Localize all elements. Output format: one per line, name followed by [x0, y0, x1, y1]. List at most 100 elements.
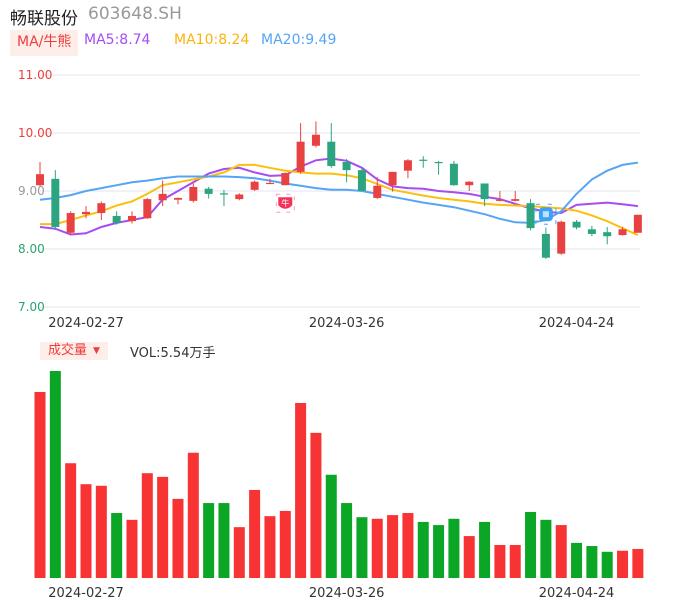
candle — [572, 220, 581, 230]
volume-value: VOL:5.54万手 — [130, 346, 216, 361]
stock-chart-page: 畅联股份 603648.SH MA/牛熊 MA5:8.74 MA10:8.24 … — [0, 0, 686, 606]
x-axis-date-label: 2024-02-27 — [48, 586, 124, 601]
volume-bar — [65, 463, 77, 578]
candle — [342, 159, 351, 183]
volume-bar — [325, 474, 337, 578]
volume-indicator-button[interactable]: 成交量 ▼ — [40, 342, 108, 360]
candle-body — [265, 182, 274, 185]
candle-body — [495, 199, 504, 201]
candle-body — [143, 199, 152, 219]
volume-bar — [111, 513, 123, 578]
caret-down-icon: ▼ — [93, 346, 100, 356]
candle — [296, 123, 305, 174]
candle-body — [357, 170, 366, 191]
volume-bar — [279, 510, 291, 578]
x-axis-date-label: 2024-04-24 — [539, 316, 615, 331]
volume-bar — [463, 536, 475, 578]
candle-body — [327, 141, 336, 167]
volume-bar — [264, 516, 276, 578]
volume-bar — [295, 402, 307, 578]
x-axis-date-label: 2024-03-26 — [309, 586, 385, 601]
volume-bar — [203, 503, 215, 578]
candle — [97, 201, 106, 220]
candle-body — [296, 141, 305, 172]
volume-bar — [187, 452, 199, 578]
volume-bar — [172, 498, 184, 578]
candle — [603, 226, 612, 245]
volume-bar — [341, 503, 353, 578]
volume-bar — [310, 432, 322, 578]
candle — [204, 186, 213, 199]
y-tick-label: 10.00 — [18, 126, 52, 140]
volume-bar — [448, 518, 460, 578]
ma-line-ma10 — [40, 163, 639, 237]
candle-body — [342, 162, 351, 171]
volume-bar — [632, 548, 644, 578]
volume-bar — [525, 511, 537, 578]
candle — [495, 191, 504, 202]
candle-body — [587, 229, 596, 234]
candle — [311, 121, 320, 148]
volume-bar — [509, 544, 521, 578]
candle-body — [66, 213, 75, 233]
candle-body — [419, 159, 428, 161]
volume-bar — [218, 503, 230, 578]
candle-body — [204, 188, 213, 194]
y-tick-label: 9.00 — [18, 184, 45, 198]
candle-body — [36, 174, 44, 186]
candle — [465, 181, 474, 191]
candle-body — [219, 193, 228, 195]
bull-badge-label: 牛 — [281, 198, 289, 208]
candle-body — [127, 215, 136, 222]
volume-bar — [417, 521, 429, 578]
x-axis-date-label: 2024-02-27 — [48, 316, 124, 331]
candle-body — [388, 171, 397, 186]
candle — [189, 183, 198, 203]
candle — [403, 159, 412, 179]
candle — [250, 180, 259, 191]
candle-body — [311, 134, 320, 146]
candle-body — [557, 221, 566, 254]
candle — [526, 199, 535, 231]
candle — [419, 156, 428, 168]
volume-bar — [433, 525, 445, 578]
volume-bar — [479, 521, 491, 578]
volume-bar — [95, 485, 107, 578]
candle — [235, 193, 244, 201]
volume-bar — [249, 489, 261, 578]
volume-bar — [80, 484, 92, 578]
candle-body — [526, 203, 535, 229]
candle-body — [541, 233, 550, 258]
candle — [633, 214, 642, 233]
y-tick-label: 7.00 — [18, 300, 45, 314]
candle-body — [173, 197, 182, 200]
candle — [327, 123, 336, 168]
candle-body — [81, 211, 90, 215]
volume-bar — [601, 551, 613, 578]
candle — [143, 197, 152, 219]
candle — [449, 160, 458, 186]
candle — [281, 172, 290, 186]
volume-bar — [555, 525, 567, 578]
volume-bar — [540, 519, 552, 578]
volume-bar — [494, 544, 506, 578]
x-axis-date-label: 2024-03-26 — [309, 316, 385, 331]
candle-body — [434, 162, 443, 164]
candle-body — [112, 215, 121, 223]
volume-bar — [34, 391, 46, 578]
candle — [541, 227, 550, 259]
volume-bar — [141, 473, 153, 578]
y-tick-label: 11.00 — [18, 68, 52, 82]
chart-canvas[interactable]: 11.00 10.00 9.00 8.00 7.00 牛 2024-02-27 2024-03… — [0, 0, 686, 606]
candle — [66, 211, 75, 236]
candle-body — [480, 183, 489, 200]
candle-body — [603, 232, 612, 237]
candle — [112, 211, 121, 225]
candle — [127, 211, 136, 224]
candle-body — [633, 214, 642, 233]
candle-body — [51, 178, 60, 227]
y-tick-label: 8.00 — [18, 242, 45, 256]
volume-bar — [126, 519, 138, 578]
volume-bar — [571, 542, 583, 578]
candle — [511, 191, 520, 202]
